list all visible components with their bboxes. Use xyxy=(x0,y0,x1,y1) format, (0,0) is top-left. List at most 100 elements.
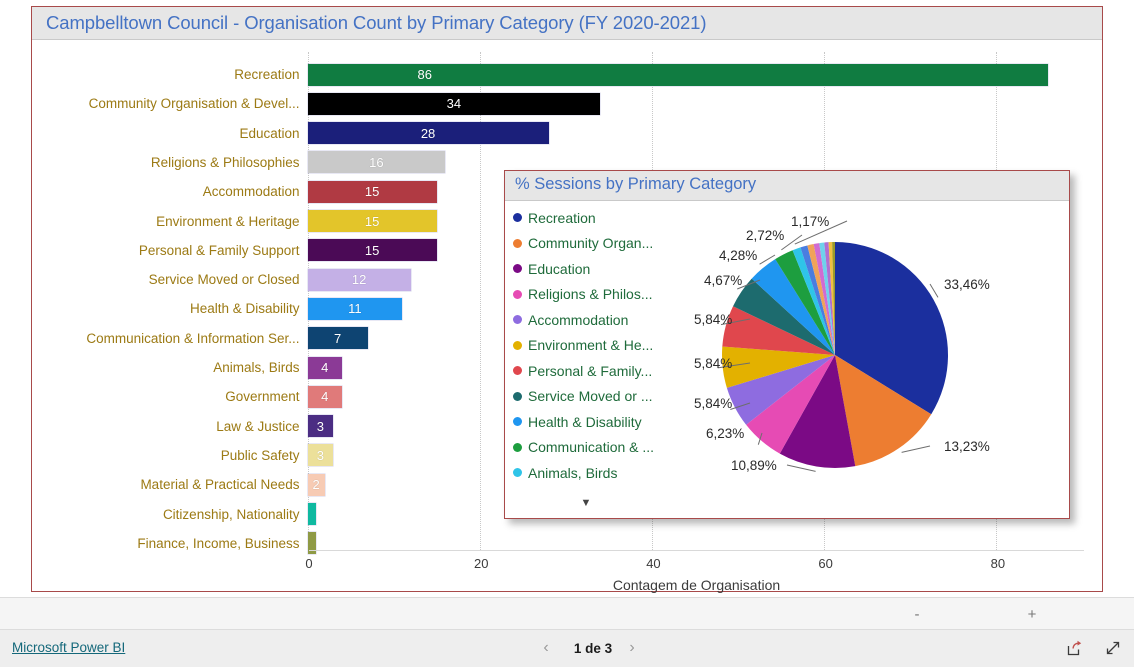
legend-item[interactable]: Animals, Birds xyxy=(513,460,689,486)
zoom-in-button[interactable]: + xyxy=(1025,606,1039,623)
bar-category-label: Animals, Birds xyxy=(213,360,300,375)
share-icon[interactable] xyxy=(1066,639,1084,657)
legend-item[interactable]: Health & Disability xyxy=(513,409,689,435)
x-axis-tick-label: 0 xyxy=(305,556,313,571)
zoom-toolbar: - + 84% xyxy=(0,597,1134,630)
legend-item[interactable]: Accommodation xyxy=(513,307,689,333)
bar-value-label: 3 xyxy=(316,418,325,434)
pie-value-label: 4,28% xyxy=(719,248,757,263)
legend-item[interactable]: Service Moved or ... xyxy=(513,384,689,410)
bar-value-label: 16 xyxy=(369,154,384,170)
pie-value-label: 5,84% xyxy=(694,396,732,411)
legend-label: Religions & Philos... xyxy=(528,286,653,303)
bar-value-label: 28 xyxy=(420,125,436,141)
bar-category-label: Accommodation xyxy=(202,184,300,200)
bar-segment[interactable]: 3 xyxy=(307,444,334,467)
bar-value-label: 4 xyxy=(321,389,329,405)
legend-item[interactable]: Religions & Philos... xyxy=(513,282,689,308)
pie-chart-visual[interactable]: % Sessions by Primary Category Recreatio… xyxy=(504,170,1070,519)
bar-value-label: 11 xyxy=(348,301,362,317)
pie-value-label: 4,67% xyxy=(704,273,742,288)
bar-category-label: Personal & Family Support xyxy=(138,242,300,258)
bar-value-label: 2 xyxy=(312,477,320,493)
pie-chart-plot: 33,46% 13,23% 10,89% 6,23% 5,84% 5,84% 5,84% 4,… xyxy=(691,203,1069,518)
bar-category-label: Health & Disability xyxy=(189,301,300,317)
x-axis-line xyxy=(309,550,1084,551)
legend-label: Education xyxy=(528,260,591,277)
legend-color-dot xyxy=(513,264,522,274)
pie-value-label: 13,23% xyxy=(944,439,990,454)
legend-label: Communication & ... xyxy=(528,439,655,456)
bar-category-label: Recreation xyxy=(234,67,300,82)
pie-value-label: 33,46% xyxy=(944,277,990,292)
bar-segment[interactable]: 3 xyxy=(307,415,334,438)
pie-chart-title: % Sessions by Primary Category xyxy=(515,175,757,193)
legend-item[interactable]: Education xyxy=(513,256,689,282)
next-page-button[interactable]: › xyxy=(624,639,640,657)
pie-leader-line xyxy=(901,445,931,453)
legend-item[interactable]: Communication & ... xyxy=(513,435,689,461)
bar-value-label: 3 xyxy=(316,447,325,463)
previous-page-button[interactable]: ‹ xyxy=(538,639,554,657)
power-bi-brand-link[interactable]: Microsoft Power BI xyxy=(12,640,125,655)
legend-label: Accommodation xyxy=(528,311,629,328)
pie-value-label: 2,72% xyxy=(746,228,784,243)
chevron-down-icon[interactable]: ▼ xyxy=(575,498,597,509)
bar-segment[interactable]: 2 xyxy=(307,473,325,496)
bar-segment[interactable]: 15 xyxy=(307,180,437,203)
bar-category-label: Law & Justice xyxy=(216,418,300,434)
bar-category-label: Government xyxy=(225,389,300,405)
pie-chart-legend[interactable]: Recreation Community Organ... Education Rel… xyxy=(513,205,689,486)
bar-value-label: 7 xyxy=(334,330,342,346)
legend-color-dot xyxy=(513,442,522,452)
bar-value-label: 15 xyxy=(364,242,380,258)
legend-label: Health & Disability xyxy=(528,413,642,430)
power-bi-report-viewer: Campbelltown Council - Organisation Coun… xyxy=(0,0,1134,667)
legend-color-dot xyxy=(513,391,522,401)
bar-segment[interactable]: 4 xyxy=(307,356,342,379)
bar-row[interactable]: Community Organisation & Devel... 34 xyxy=(89,89,1085,118)
bar-segment[interactable]: 7 xyxy=(307,327,368,350)
bar-value-label: 34 xyxy=(446,96,462,112)
bar-segment[interactable]: 28 xyxy=(307,122,549,145)
bar-segment[interactable]: 16 xyxy=(307,151,446,174)
bar-segment[interactable]: 15 xyxy=(307,239,437,262)
x-axis-tick-label: 20 xyxy=(473,556,489,571)
x-axis-title: Contagem de Organisation xyxy=(612,577,781,593)
legend-color-dot xyxy=(513,366,522,376)
legend-color-dot xyxy=(513,468,522,478)
bar-category-label: Material & Practical Needs xyxy=(140,477,300,493)
bar-category-label: Communication & Information Ser... xyxy=(86,330,300,346)
bar-segment[interactable] xyxy=(307,503,317,525)
legend-label: Personal & Family... xyxy=(528,362,653,379)
bar-value-label: 86 xyxy=(417,67,432,82)
report-footer: Microsoft Power BI ‹ 1 de 3 › xyxy=(0,630,1134,667)
legend-item[interactable]: Personal & Family... xyxy=(513,358,689,384)
pie-value-label: 5,84% xyxy=(694,312,732,327)
pie-value-label: 5,84% xyxy=(694,356,732,371)
pie-value-label: 1,17% xyxy=(791,214,829,229)
legend-label: Community Organ... xyxy=(528,235,654,252)
legend-item[interactable]: Community Organ... xyxy=(513,231,689,257)
legend-color-dot xyxy=(513,340,522,350)
bar-value-label: 15 xyxy=(364,184,380,200)
bar-row[interactable]: Finance, Income, Business xyxy=(137,529,1085,558)
bar-segment[interactable]: 11 xyxy=(307,297,403,320)
bar-segment[interactable]: 4 xyxy=(307,385,342,408)
legend-item[interactable]: Environment & He... xyxy=(513,333,689,359)
legend-color-dot xyxy=(513,238,522,248)
fullscreen-icon[interactable] xyxy=(1104,639,1122,657)
bar-category-label: Religions & Philosophies xyxy=(150,154,300,170)
bar-row[interactable]: Recreation 86 xyxy=(234,60,1085,89)
x-axis-tick-label: 80 xyxy=(990,556,1006,571)
bar-value-label: 4 xyxy=(321,360,329,375)
bar-segment[interactable]: 34 xyxy=(307,92,601,115)
zoom-out-button[interactable]: - xyxy=(910,606,924,623)
legend-item[interactable]: Recreation xyxy=(513,205,689,231)
page-indicator: 1 de 3 xyxy=(573,641,613,656)
bar-segment[interactable]: 15 xyxy=(307,210,437,232)
bar-segment[interactable]: 86 xyxy=(307,63,1049,86)
bar-category-label: Community Organisation & Devel... xyxy=(88,96,300,112)
bar-row[interactable]: Education 28 xyxy=(239,119,1085,148)
bar-segment[interactable]: 12 xyxy=(307,268,411,291)
